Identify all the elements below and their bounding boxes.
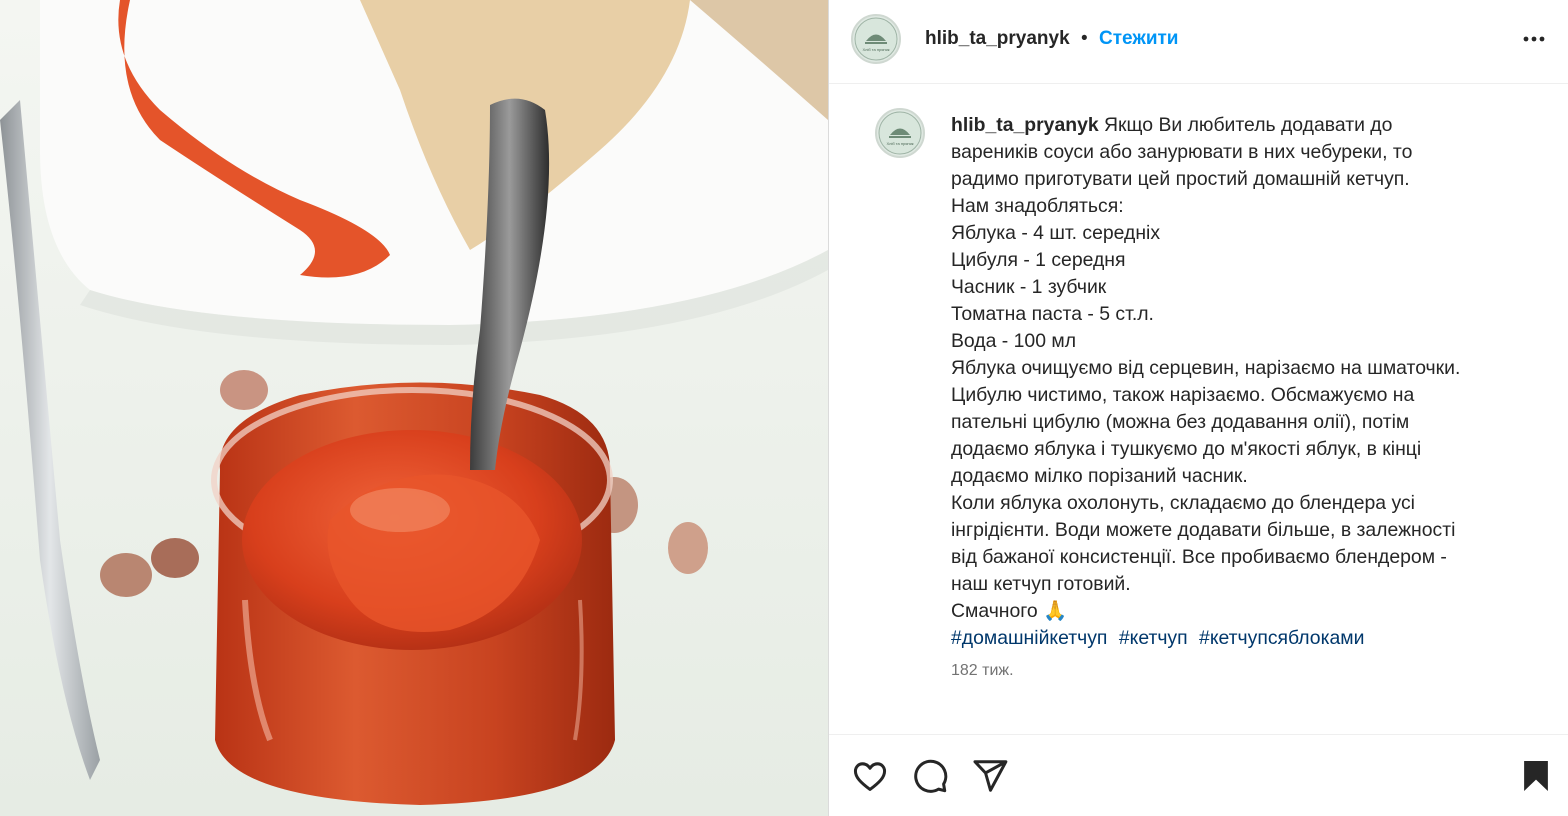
hashtag-link[interactable]: #кетчупсяблоками <box>1199 627 1364 649</box>
ketchup-jar-image <box>0 0 828 816</box>
heart-icon[interactable] <box>851 757 889 795</box>
brand-logo-icon: Хліб та пряник <box>878 111 922 155</box>
caption-line: Томатна паста - 5 ст.л. <box>951 303 1154 325</box>
share-icon[interactable] <box>971 757 1009 795</box>
caption-line: вареників соуси або занурювати в них чеб… <box>951 141 1413 163</box>
caption-line: Коли яблука охолонуть, складаємо до блен… <box>951 492 1415 514</box>
svg-text:Хліб та пряник: Хліб та пряник <box>862 47 889 52</box>
caption-comment: Хліб та пряник hlib_ta_pryanyk Якщо Ви л… <box>829 84 1568 734</box>
separator-dot: • <box>1081 28 1088 49</box>
hashtag-link[interactable]: #домашнійкетчуп <box>951 627 1107 649</box>
bookmark-icon[interactable] <box>1517 757 1555 795</box>
caption-line: Яблука очищуємо від серцевин, нарізаємо … <box>951 357 1461 379</box>
avatar[interactable]: Хліб та пряник <box>851 14 901 64</box>
caption-line: додаємо мілко порізаний часник. <box>951 465 1248 487</box>
username-link[interactable]: hlib_ta_pryanyk <box>925 28 1070 50</box>
hashtag-list: #домашнійкетчуп #кетчуп #кетчупсяблоками <box>951 625 1531 652</box>
caption-line: Якщо Ви любитель додавати до <box>1104 114 1393 136</box>
more-horizontal-icon[interactable] <box>1519 24 1549 54</box>
caption-line: Смачного 🙏 <box>951 600 1068 622</box>
post-header: Хліб та пряник hlib_ta_pryanyk • Стежити <box>829 0 1568 84</box>
caption-line: Вода - 100 мл <box>951 330 1077 352</box>
caption-line: інгрідієнти. Води можете додавати більше… <box>951 519 1456 541</box>
caption-line: Яблука - 4 шт. середніх <box>951 222 1161 244</box>
action-bar <box>829 734 1568 816</box>
svg-text:Хліб та пряник: Хліб та пряник <box>886 141 913 146</box>
caption-line: Нам знадобляться: <box>951 195 1124 217</box>
post-photo[interactable] <box>0 0 828 816</box>
brand-logo-icon: Хліб та пряник <box>854 17 898 61</box>
caption-line: додаємо яблука і тушкуємо до м'якості яб… <box>951 438 1422 460</box>
caption-line: наш кетчуп готовий. <box>951 573 1131 595</box>
caption-line: від бажаної консистенції. Все пробиваємо… <box>951 546 1447 568</box>
avatar[interactable]: Хліб та пряник <box>875 108 925 158</box>
caption-username-link[interactable]: hlib_ta_pryanyk <box>951 114 1099 136</box>
comment-icon[interactable] <box>911 757 949 795</box>
caption-text: hlib_ta_pryanyk Якщо Ви любитель додават… <box>951 112 1531 652</box>
post-timestamp[interactable]: 182 тиж. <box>951 662 1014 680</box>
post-details-panel: Хліб та пряник hlib_ta_pryanyk • Стежити <box>828 0 1568 816</box>
instagram-post-view: Хліб та пряник hlib_ta_pryanyk • Стежити <box>0 0 1568 816</box>
hashtag-link[interactable]: #кетчуп <box>1119 627 1188 649</box>
caption-line: пательні цибулю (можна без додавання олі… <box>951 411 1410 433</box>
caption-line: радимо приготувати цей простий домашній … <box>951 168 1410 190</box>
caption-line: Часник - 1 зубчик <box>951 276 1107 298</box>
caption-line: Цибуля - 1 середня <box>951 249 1126 271</box>
caption-line: Цибулю чистимо, також нарізаємо. Обсмажу… <box>951 384 1415 406</box>
follow-button[interactable]: Стежити <box>1099 28 1178 50</box>
